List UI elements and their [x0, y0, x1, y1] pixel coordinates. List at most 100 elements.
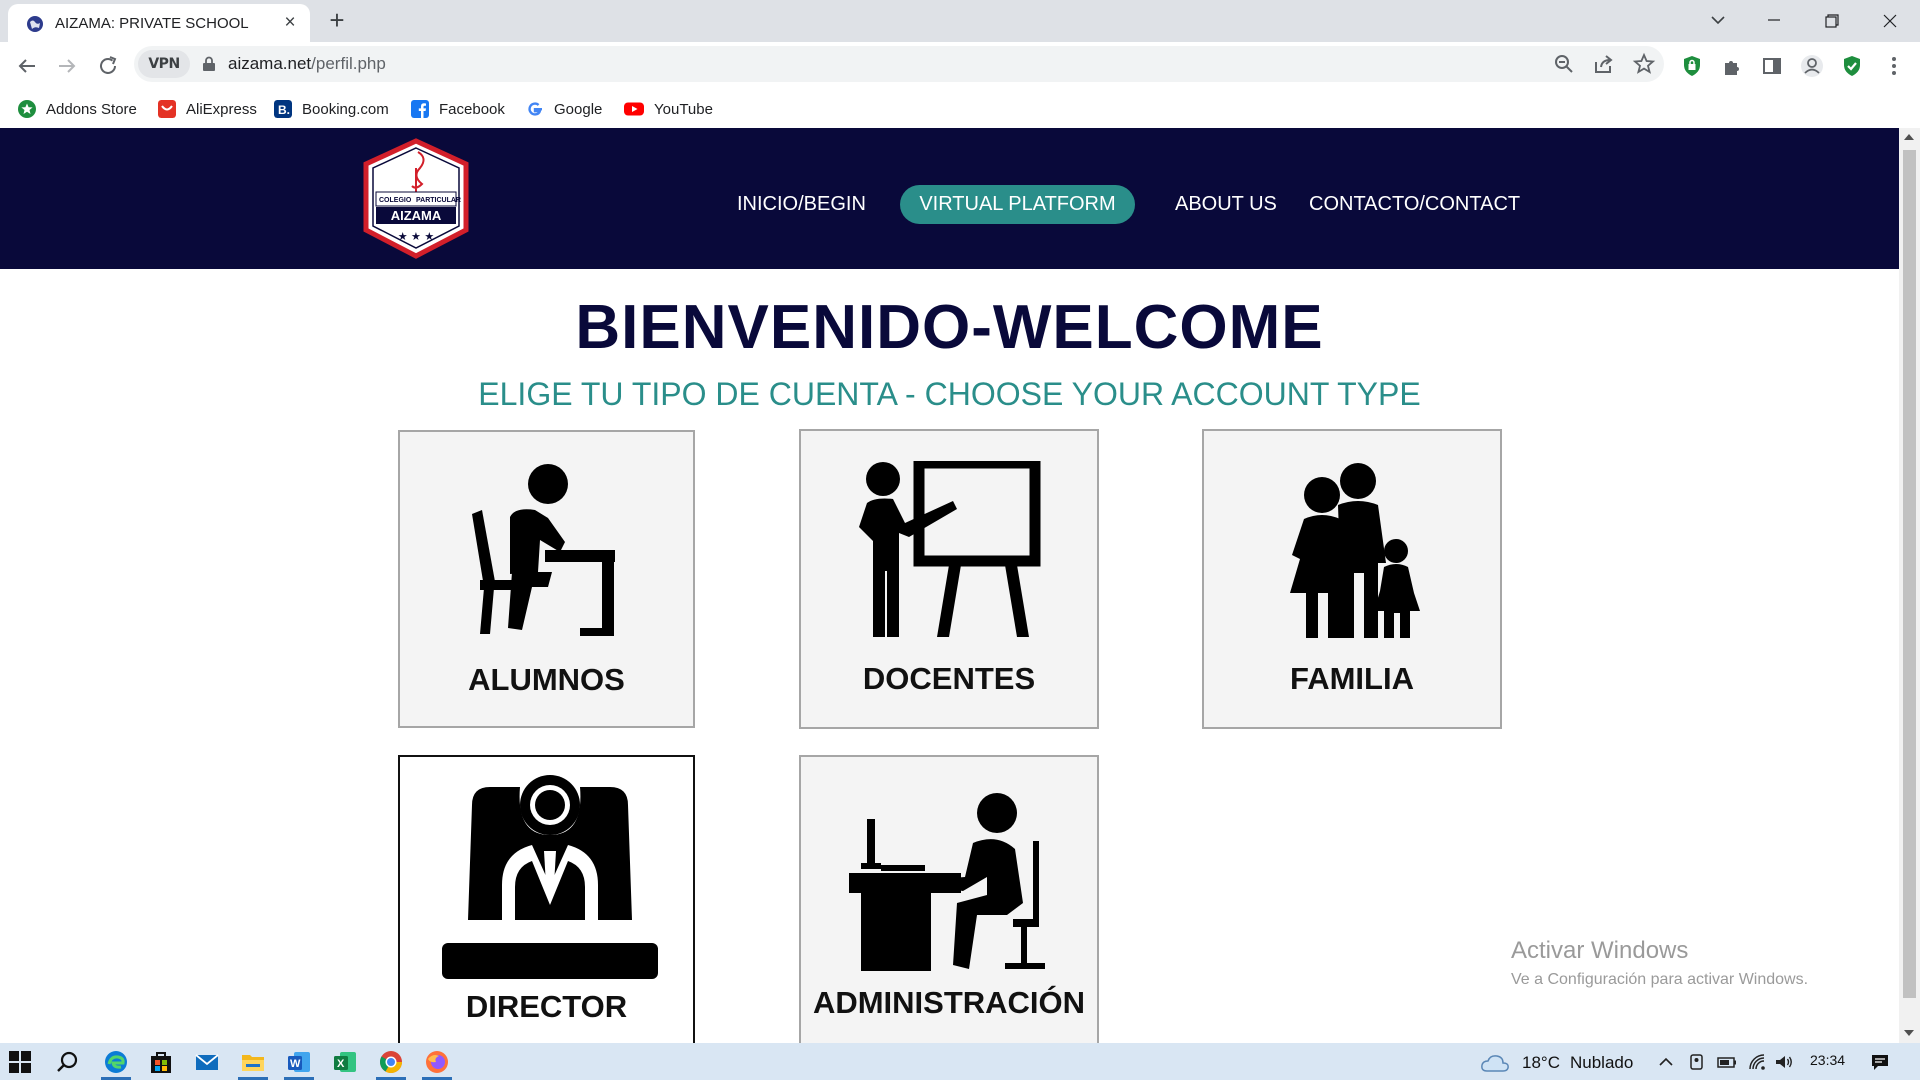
- firefox-icon[interactable]: [424, 1049, 450, 1075]
- chrome-icon[interactable]: [378, 1049, 404, 1075]
- windows-activation-subtitle: Ve a Configuración para activar Windows.: [1511, 971, 1809, 988]
- url-host: aizama.net: [228, 54, 312, 73]
- excel-icon[interactable]: X: [332, 1049, 358, 1075]
- bookmark-google[interactable]: Google: [526, 97, 602, 121]
- bookmarks-bar: Addons Store AliExpress B. Booking.com F…: [0, 90, 1920, 128]
- card-label: FAMILIA: [1290, 661, 1414, 696]
- word-icon[interactable]: W: [286, 1049, 312, 1075]
- scroll-down-arrow-icon[interactable]: [1904, 1030, 1914, 1036]
- shield-lock-extension-icon[interactable]: [1680, 54, 1704, 78]
- booking-icon: B.: [274, 100, 292, 118]
- page-title: BIENVENIDO-WELCOME: [575, 293, 1324, 362]
- weather-description: Nublado: [1569, 1053, 1634, 1072]
- mail-icon[interactable]: [194, 1049, 220, 1075]
- page-scrollbar[interactable]: [1899, 128, 1920, 1043]
- site-header: COLEGIO PARTICULAR AIZAMA ★ ★ ★ INICIO/B…: [0, 128, 1899, 269]
- search-icon[interactable]: [55, 1049, 81, 1075]
- facebook-icon: [411, 100, 429, 118]
- more-menu-icon[interactable]: [1882, 54, 1906, 78]
- bookmark-label: Booking.com: [302, 100, 389, 118]
- close-window-button[interactable]: [1868, 6, 1914, 36]
- card-label: ADMINISTRACIÓN: [812, 985, 1086, 1020]
- battery-icon[interactable]: [1717, 1052, 1737, 1072]
- windows-activation-title: Activar Windows: [1511, 937, 1689, 964]
- page-viewport: COLEGIO PARTICULAR AIZAMA ★ ★ ★ INICIO/B…: [0, 128, 1920, 1043]
- tab-search-button[interactable]: [1695, 6, 1741, 36]
- logo-name: AIZAMA: [391, 208, 442, 223]
- bookmark-label: AliExpress: [186, 100, 257, 118]
- browser-tab[interactable]: AIZAMA: PRIVATE SCHOOL ×: [8, 4, 310, 42]
- nav-about[interactable]: ABOUT US: [1175, 193, 1277, 215]
- bookmark-facebook[interactable]: Facebook: [411, 97, 505, 121]
- logo-line2: PARTICULAR: [416, 197, 461, 204]
- clock-time[interactable]: 23:34: [1810, 1052, 1845, 1068]
- account-card-familia[interactable]: FAMILIA: [1202, 429, 1502, 729]
- wifi-icon[interactable]: [1747, 1052, 1767, 1072]
- lock-icon[interactable]: [202, 56, 216, 72]
- minimize-icon: [1768, 19, 1780, 21]
- new-tab-button[interactable]: +: [324, 7, 350, 34]
- bookmark-label: Facebook: [439, 100, 505, 118]
- account-card-director[interactable]: DIRECTOR: [398, 755, 695, 1043]
- tab-strip: AIZAMA: PRIVATE SCHOOL × +: [0, 0, 1920, 42]
- page-subtitle: ELIGE TU TIPO DE CUENTA - CHOOSE YOUR AC…: [478, 376, 1421, 412]
- vpn-badge[interactable]: VPN: [138, 50, 190, 78]
- school-logo[interactable]: COLEGIO PARTICULAR AIZAMA ★ ★ ★: [358, 138, 474, 260]
- chevron-down-icon: [1711, 16, 1725, 25]
- card-label: DOCENTES: [862, 661, 1036, 696]
- card-label: ALUMNOS: [468, 662, 625, 697]
- bookmark-youtube[interactable]: YouTube: [624, 97, 713, 121]
- addons-store-icon: [18, 100, 36, 118]
- windows-start-icon[interactable]: [9, 1051, 31, 1073]
- bookmark-aliexpress[interactable]: AliExpress: [158, 97, 257, 121]
- youtube-icon: [624, 102, 644, 116]
- url-path: /perfil.php: [311, 54, 386, 73]
- bookmark-booking[interactable]: B. Booking.com: [274, 97, 389, 121]
- teacher-icon: [859, 461, 1041, 637]
- svg-text:B.: B.: [278, 103, 290, 117]
- restore-button[interactable]: [1810, 6, 1856, 36]
- shield-check-extension-icon[interactable]: [1840, 54, 1864, 78]
- side-panel-icon[interactable]: [1760, 54, 1784, 78]
- url-text[interactable]: aizama.net/perfil.php: [228, 54, 386, 74]
- share-icon[interactable]: [1592, 52, 1616, 76]
- student-icon: [472, 464, 615, 636]
- star-icon[interactable]: [1632, 52, 1656, 76]
- bookmark-addons-store[interactable]: Addons Store: [18, 97, 137, 121]
- cloud-icon: [1481, 1055, 1509, 1072]
- edge-browser-icon[interactable]: [103, 1049, 129, 1075]
- notifications-icon[interactable]: [1870, 1052, 1890, 1072]
- minimize-button[interactable]: [1752, 6, 1798, 36]
- nav-contact[interactable]: CONTACTO/CONTACT: [1309, 193, 1520, 215]
- account-card-docentes[interactable]: DOCENTES: [799, 429, 1099, 729]
- puzzle-extensions-icon[interactable]: [1720, 54, 1744, 78]
- browser-toolbar: VPN aizama.net/perfil.php: [0, 42, 1920, 90]
- nav-home[interactable]: INICIO/BEGIN: [737, 193, 866, 215]
- forward-arrow-icon[interactable]: [55, 54, 79, 78]
- reload-icon[interactable]: [96, 54, 120, 78]
- account-card-alumnos[interactable]: ALUMNOS: [398, 430, 695, 728]
- tab-close-button[interactable]: ×: [280, 13, 300, 33]
- svg-text:★ ★ ★: ★ ★ ★: [398, 230, 435, 243]
- svg-text:X: X: [337, 1058, 345, 1070]
- back-arrow-icon[interactable]: [15, 54, 39, 78]
- aliexpress-icon: [158, 100, 176, 118]
- office-worker-icon: [849, 793, 1045, 971]
- bookmark-label: Addons Store: [46, 100, 137, 118]
- store-icon[interactable]: [148, 1049, 174, 1075]
- weather-temperature: 18°C: [1522, 1053, 1560, 1072]
- chevron-up-icon[interactable]: [1656, 1052, 1676, 1072]
- logo-line1: COLEGIO: [379, 197, 412, 204]
- scroll-thumb[interactable]: [1903, 150, 1916, 998]
- volume-icon[interactable]: [1774, 1052, 1794, 1072]
- scroll-up-arrow-icon[interactable]: [1904, 134, 1914, 140]
- address-bar[interactable]: VPN aizama.net/perfil.php: [134, 46, 1664, 82]
- nav-virtual-platform[interactable]: VIRTUAL PLATFORM: [900, 185, 1135, 224]
- file-explorer-icon[interactable]: [240, 1049, 266, 1075]
- weather-widget[interactable]: 18°C Nublado: [1480, 1051, 1633, 1075]
- bookmark-label: Google: [554, 100, 603, 118]
- meet-now-icon[interactable]: [1687, 1052, 1707, 1072]
- zoom-icon[interactable]: [1552, 52, 1576, 76]
- profile-avatar-icon[interactable]: [1800, 54, 1824, 78]
- account-card-administracion[interactable]: ADMINISTRACIÓN: [799, 755, 1099, 1043]
